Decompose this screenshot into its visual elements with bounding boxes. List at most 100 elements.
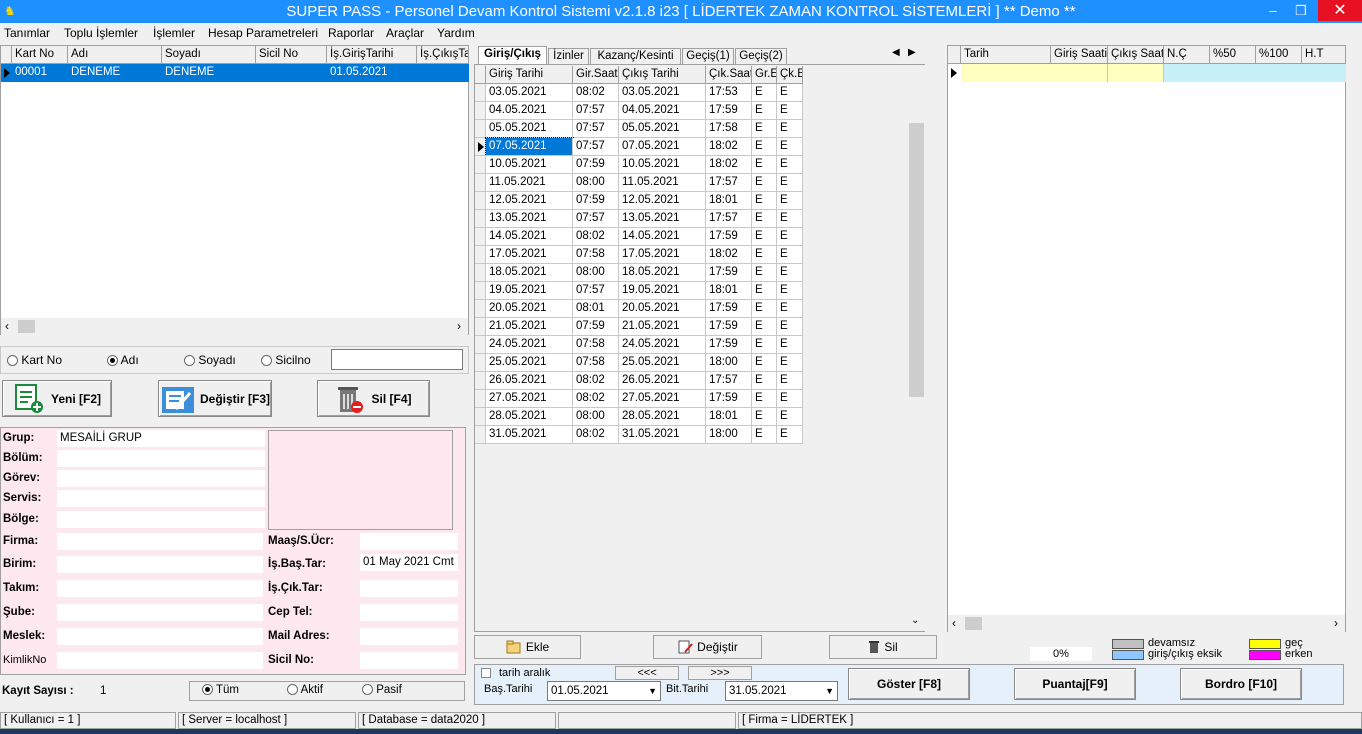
col-cik-saati[interactable]: Çık.Saati	[706, 66, 752, 84]
row-selector[interactable]	[475, 282, 486, 300]
radio-adi[interactable]: Adı	[107, 353, 139, 367]
col-kart-no[interactable]: Kart No	[12, 46, 68, 64]
table-row[interactable]: 13.05.2021 07:57 13.05.2021 17:57 E E	[475, 210, 803, 228]
row-selector[interactable]	[475, 120, 486, 138]
col-gir-saati[interactable]: Gir.Saati	[573, 66, 619, 84]
row-selector[interactable]	[475, 408, 486, 426]
tab-gecis-2[interactable]: Geçiş(2)	[735, 48, 787, 64]
table-row[interactable]: 26.05.2021 08:02 26.05.2021 17:57 E E	[475, 372, 803, 390]
row-selector[interactable]	[475, 354, 486, 372]
edit-button[interactable]: Değiştir [F3]	[158, 380, 272, 417]
table-row[interactable]: 05.05.2021 07:57 05.05.2021 17:58 E E	[475, 120, 803, 138]
show-button[interactable]: Göster [F8]	[848, 668, 970, 700]
search-input[interactable]	[331, 349, 463, 370]
radio-pasif[interactable]: Pasif	[362, 684, 402, 696]
scroll-right-icon[interactable]: ›	[1334, 616, 1338, 630]
col-sicil-no[interactable]: Sicil No	[256, 46, 327, 64]
scroll-left-icon[interactable]: ‹	[5, 319, 9, 333]
row-selector[interactable]	[475, 210, 486, 228]
menu-tanimlar[interactable]: Tanımlar	[4, 26, 50, 40]
table-row[interactable]: 31.05.2021 08:02 31.05.2021 18:00 E E	[475, 426, 803, 444]
row-selector[interactable]	[475, 156, 486, 174]
row-selector[interactable]	[475, 318, 486, 336]
table-row[interactable]: 11.05.2021 08:00 11.05.2021 17:57 E E	[475, 174, 803, 192]
row-selector[interactable]	[475, 372, 486, 390]
puantaj-button[interactable]: Puantaj[F9]	[1014, 668, 1136, 700]
table-row[interactable]: 17.05.2021 07:58 17.05.2021 18:02 E E	[475, 246, 803, 264]
menu-araclar[interactable]: Araçlar	[386, 26, 424, 40]
col-100[interactable]: %100	[1256, 46, 1302, 64]
row-selector[interactable]	[475, 246, 486, 264]
row-selector[interactable]	[475, 336, 486, 354]
prev-period-button[interactable]: <<<	[615, 666, 679, 680]
start-date-picker[interactable]: 01.05.2021 ▼	[547, 681, 661, 701]
row-selector[interactable]	[475, 264, 486, 282]
restore-button[interactable]: ❐	[1286, 0, 1316, 21]
scroll-left-icon[interactable]: ‹	[952, 616, 956, 630]
table-row[interactable]: 03.05.2021 08:02 03.05.2021 17:53 E E	[475, 84, 803, 102]
table-row[interactable]: 24.05.2021 07:58 24.05.2021 17:59 E E	[475, 336, 803, 354]
table-row[interactable]: 04.05.2021 07:57 04.05.2021 17:59 E E	[475, 102, 803, 120]
radio-tum[interactable]: Tüm	[202, 684, 239, 696]
row-selector[interactable]	[475, 390, 486, 408]
row-selector[interactable]	[475, 84, 486, 102]
table-row[interactable]: 20.05.2021 08:01 20.05.2021 17:59 E E	[475, 300, 803, 318]
mid-edit-button[interactable]: Değiştir	[653, 635, 762, 659]
table-row[interactable]: 00001 DENEME DENEME 01.05.2021	[1, 64, 469, 82]
horizontal-scrollbar[interactable]: ‹ ›	[1, 318, 468, 335]
col-nc[interactable]: N.Ç	[1164, 46, 1210, 64]
table-row[interactable]: 28.05.2021 08:00 28.05.2021 18:01 E E	[475, 408, 803, 426]
row-selector[interactable]	[475, 102, 486, 120]
add-button[interactable]: Ekle	[474, 635, 581, 659]
row-selector[interactable]	[475, 300, 486, 318]
range-checkbox[interactable]	[481, 668, 491, 678]
tab-gecis-1[interactable]: Geçiş(1)	[682, 48, 734, 64]
col-soyadi[interactable]: Soyadı	[162, 46, 256, 64]
table-row[interactable]	[948, 64, 1346, 82]
col-gr-e[interactable]: Gr.E	[752, 66, 777, 84]
row-selector[interactable]	[475, 426, 486, 444]
bordro-button[interactable]: Bordro [F10]	[1180, 668, 1302, 700]
col-giris-saati[interactable]: Giriş Saati	[1051, 46, 1108, 64]
tab-giris-cikis[interactable]: Giriş/Çıkış	[478, 46, 547, 65]
col-giris-tarihi[interactable]: Giriş Tarihi	[486, 66, 573, 84]
table-row[interactable]: 21.05.2021 07:59 21.05.2021 17:59 E E	[475, 318, 803, 336]
menu-hesap-parametreleri[interactable]: Hesap Parametreleri	[208, 26, 318, 40]
new-button[interactable]: Yeni [F2]	[2, 380, 112, 417]
table-row[interactable]: 12.05.2021 07:59 12.05.2021 18:01 E E	[475, 192, 803, 210]
mid-delete-button[interactable]: Sil	[829, 635, 937, 659]
chevron-down-icon[interactable]: ▼	[825, 682, 834, 700]
menu-toplu-islemler[interactable]: Toplu İşlemler	[64, 26, 138, 40]
menu-raporlar[interactable]: Raporlar	[328, 26, 374, 40]
radio-sicilno[interactable]: Sicilno	[261, 353, 311, 367]
tab-scroll-left-icon[interactable]: ◀	[892, 47, 900, 58]
delete-button[interactable]: Sil [F4]	[317, 380, 430, 417]
col-is-giris-tarihi[interactable]: İş.GirişTarihi	[327, 46, 417, 64]
menu-yardim[interactable]: Yardım	[437, 26, 475, 40]
scroll-thumb[interactable]	[18, 320, 35, 333]
table-row[interactable]: 19.05.2021 07:57 19.05.2021 18:01 E E	[475, 282, 803, 300]
radio-kart-no[interactable]: Kart No	[7, 353, 62, 367]
col-cikis-saati[interactable]: Çıkış Saati	[1108, 46, 1164, 64]
scroll-thumb[interactable]	[965, 617, 982, 630]
table-row[interactable]: 27.05.2021 08:02 27.05.2021 17:59 E E	[475, 390, 803, 408]
tab-izinler[interactable]: İzinler	[548, 48, 589, 64]
row-selector[interactable]	[475, 228, 486, 246]
vertical-scrollbar[interactable]: ⌄	[908, 65, 925, 631]
radio-soyadi[interactable]: Soyadı	[184, 353, 236, 367]
photo-box[interactable]	[268, 430, 453, 530]
table-row[interactable]: 14.05.2021 08:02 14.05.2021 17:59 E E	[475, 228, 803, 246]
scroll-thumb[interactable]	[909, 123, 924, 397]
row-selector[interactable]	[475, 174, 486, 192]
col-50[interactable]: %50	[1210, 46, 1256, 64]
table-row[interactable]: 07.05.2021 07:57 07.05.2021 18:02 E E	[475, 137, 803, 157]
end-date-picker[interactable]: 31.05.2021 ▼	[725, 681, 838, 701]
col-adi[interactable]: Adı	[68, 46, 162, 64]
table-row[interactable]: 18.05.2021 08:00 18.05.2021 17:59 E E	[475, 264, 803, 282]
scroll-down-icon[interactable]: ⌄	[911, 615, 919, 626]
table-row[interactable]: 10.05.2021 07:59 10.05.2021 18:02 E E	[475, 156, 803, 174]
table-row[interactable]: 25.05.2021 07:58 25.05.2021 18:00 E E	[475, 354, 803, 372]
row-selector[interactable]	[475, 192, 486, 210]
col-is-cikis-tarihi[interactable]: İş.ÇıkışTa	[417, 46, 469, 64]
scroll-right-icon[interactable]: ›	[457, 319, 461, 333]
